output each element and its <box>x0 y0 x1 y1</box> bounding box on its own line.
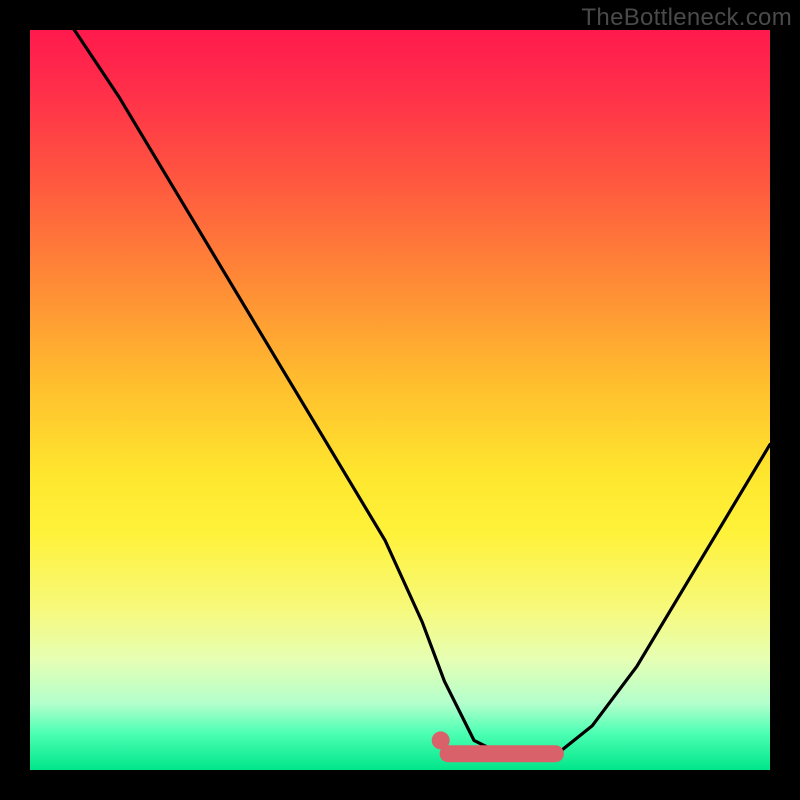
watermark-text: TheBottleneck.com <box>581 4 792 32</box>
bottleneck-curve-path <box>30 30 770 755</box>
curve-layer <box>30 30 770 770</box>
flat-segment-marker <box>432 731 450 749</box>
plot-area <box>30 30 770 770</box>
chart-frame: TheBottleneck.com <box>0 0 800 800</box>
